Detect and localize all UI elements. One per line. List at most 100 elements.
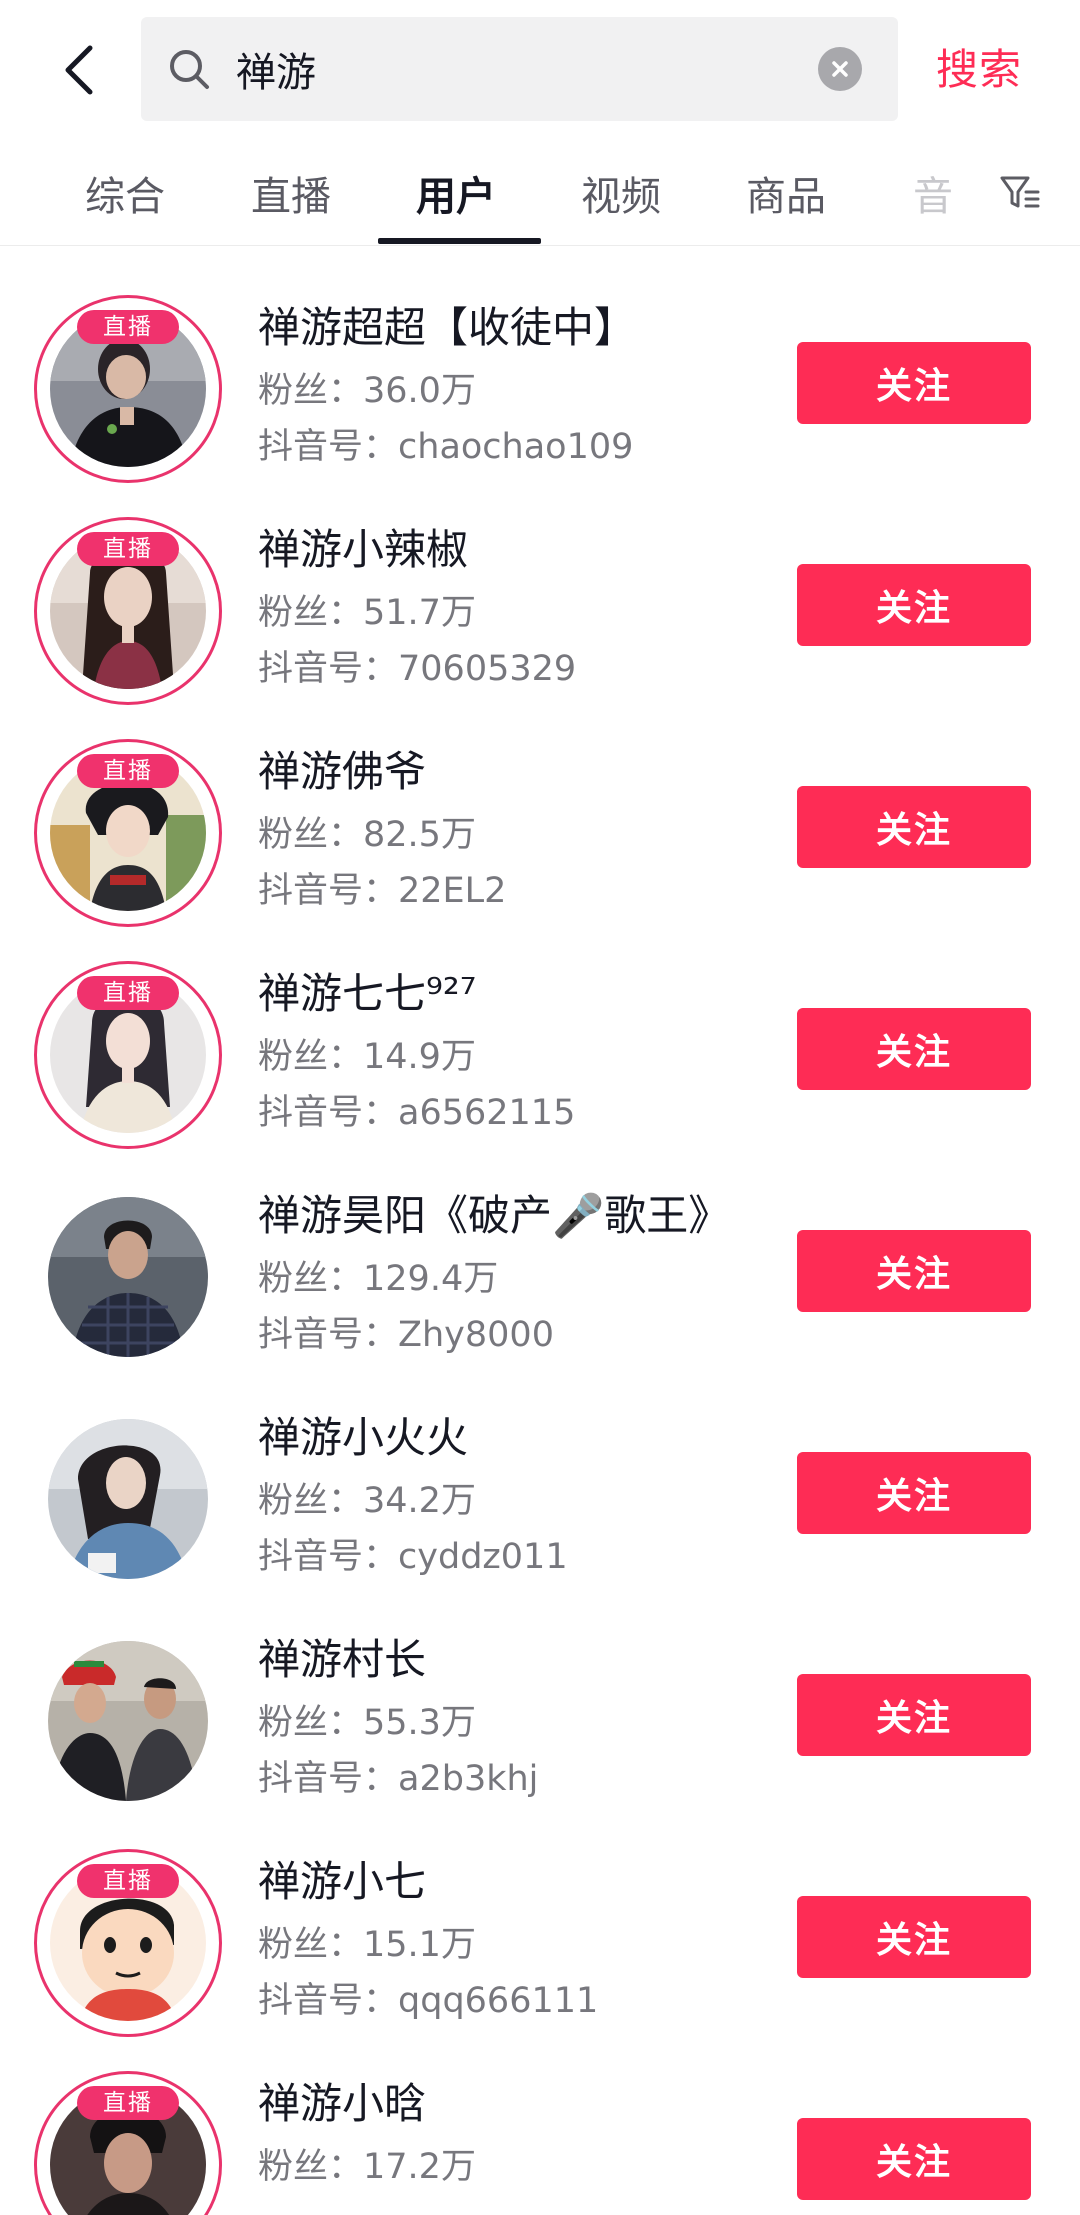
avatar-image [48,1197,208,1357]
search-icon [170,50,209,89]
id-value: Zhy8000 [398,1315,554,1355]
avatar[interactable] [34,1627,222,1815]
user-name[interactable]: 禅游小七 [258,1848,426,1909]
id-label: 抖音号： [258,427,399,467]
user-row[interactable]: 禅游小火火 粉丝：34.2万 抖音号：cyddz011 关注 [0,1356,1080,1579]
user-fans: 粉丝：129.4万 [258,1250,498,1301]
close-icon [832,61,848,77]
id-value: 22EL2 [398,871,507,911]
user-row[interactable]: 禅游昊阳《破产🎤歌王》 粉丝：129.4万 抖音号：Zhy8000 关注 [0,1134,1080,1357]
user-fans: 粉丝：82.5万 [258,806,476,857]
fans-count: 55.3万 [363,1703,476,1743]
fans-count: 14.9万 [363,1037,476,1077]
user-name[interactable]: 禅游村长 [258,1626,426,1687]
avatar-image [48,1419,208,1579]
back-arrow-icon [65,45,93,95]
follow-button[interactable]: 关注 [797,1674,1031,1756]
user-fans: 粉丝：51.7万 [258,584,476,635]
tab-users[interactable]: 用户 [416,164,496,222]
user-douyin-id: 抖音号：70605329 [258,640,576,691]
user-name[interactable]: 禅游七七⁹²⁷ [258,960,477,1021]
avatar[interactable]: 直播 [34,295,222,483]
id-label: 抖音号： [258,649,399,689]
id-value: qqq666111 [398,1981,599,2021]
fans-label: 粉丝： [258,815,364,855]
user-name[interactable]: 禅游小晗 [258,2070,426,2131]
user-douyin-id: 抖音号：22EL2 [258,862,506,913]
id-value: a2b3khj [398,1759,539,1799]
avatar-image [48,1641,208,1801]
user-name[interactable]: 禅游佛爷 [258,738,426,799]
follow-button[interactable]: 关注 [797,564,1031,646]
follow-button[interactable]: 关注 [797,1008,1031,1090]
id-label: 抖音号： [258,1093,399,1133]
user-row[interactable]: 禅游村长 粉丝：55.3万 抖音号：a2b3khj 关注 [0,1578,1080,1801]
user-row[interactable]: 直播 禅游佛爷 粉丝：82.5万 抖音号：22EL2 关注 [0,690,1080,927]
category-tabs: 综合 直播 用户 视频 商品 音 [0,140,1080,246]
id-value: chaochao109 [398,427,634,467]
user-fans: 粉丝：55.3万 [258,1694,476,1745]
avatar[interactable]: 直播 [34,739,222,927]
fans-count: 82.5万 [363,815,476,855]
avatar[interactable] [34,1183,222,1371]
user-fans: 粉丝：17.2万 [258,2138,476,2189]
follow-button[interactable]: 关注 [797,1230,1031,1312]
id-value: a6562115 [398,1093,576,1133]
tab-products[interactable]: 商品 [746,164,826,222]
user-douyin-id: 抖音号：a2b3khj [258,1750,538,1801]
tab-music[interactable]: 音 [913,164,953,222]
user-douyin-id: 抖音号：a6562115 [258,1084,575,1135]
user-douyin-id: 抖音号：Zhy8000 [258,1306,554,1357]
avatar[interactable]: 直播 [34,1849,222,2037]
live-badge: 直播 [77,310,179,344]
fans-count: 129.4万 [363,1259,499,1299]
user-name[interactable]: 禅游小辣椒 [258,516,468,577]
id-label: 抖音号： [258,1315,399,1355]
id-value: 70605329 [398,649,577,689]
user-fans: 粉丝：15.1万 [258,1916,476,1967]
filter-icon[interactable] [998,170,1042,214]
fans-label: 粉丝： [258,1259,364,1299]
user-row[interactable]: 直播 禅游小七 粉丝：15.1万 抖音号：qqq666111 关注 [0,1800,1080,2037]
search-button[interactable]: 搜索 [936,36,1022,97]
live-badge: 直播 [77,2086,179,2120]
user-row[interactable]: 直播 禅游七七⁹²⁷ 粉丝：14.9万 抖音号：a6562115 关注 [0,912,1080,1149]
user-name[interactable]: 禅游小火火 [258,1404,468,1465]
id-value: cyddz011 [398,1537,568,1577]
follow-button[interactable]: 关注 [797,786,1031,868]
fans-count: 17.2万 [363,2147,476,2187]
active-tab-indicator [378,238,541,244]
back-button[interactable] [44,30,114,110]
fans-count: 15.1万 [363,1925,476,1965]
live-badge: 直播 [77,532,179,566]
follow-button[interactable]: 关注 [797,342,1031,424]
id-label: 抖音号： [258,871,399,911]
user-row[interactable]: 直播 禅游小晗 粉丝：17.2万 关注 [0,2022,1080,2215]
live-badge: 直播 [77,1864,179,1898]
fans-count: 34.2万 [363,1481,476,1521]
user-name[interactable]: 禅游昊阳《破产🎤歌王》 [258,1182,730,1243]
id-label: 抖音号： [258,1537,399,1577]
follow-button[interactable]: 关注 [797,1896,1031,1978]
user-results-list: 直播 禅游超超【收徒中】 粉丝：36.0万 抖音号：chaochao109 关注… [0,246,1080,2215]
tab-comprehensive[interactable]: 综合 [85,164,165,222]
avatar[interactable]: 直播 [34,517,222,705]
user-fans: 粉丝：36.0万 [258,362,476,413]
clear-search-button[interactable] [818,47,862,91]
user-douyin-id: 抖音号：qqq666111 [258,1972,598,2023]
tab-videos[interactable]: 视频 [581,164,661,222]
user-row[interactable]: 直播 禅游超超【收徒中】 粉丝：36.0万 抖音号：chaochao109 关注 [0,246,1080,483]
tab-live[interactable]: 直播 [251,164,331,222]
search-input[interactable] [236,37,796,101]
user-row[interactable]: 直播 禅游小辣椒 粉丝：51.7万 抖音号：70605329 关注 [0,468,1080,705]
user-name[interactable]: 禅游超超【收徒中】 [258,294,636,355]
avatar[interactable]: 直播 [34,2071,222,2215]
search-box[interactable] [141,17,898,121]
follow-button[interactable]: 关注 [797,2118,1031,2200]
user-douyin-id: 抖音号：cyddz011 [258,1528,568,1579]
live-badge: 直播 [77,754,179,788]
fans-label: 粉丝： [258,1703,364,1743]
follow-button[interactable]: 关注 [797,1452,1031,1534]
avatar[interactable]: 直播 [34,961,222,1149]
avatar[interactable] [34,1405,222,1593]
